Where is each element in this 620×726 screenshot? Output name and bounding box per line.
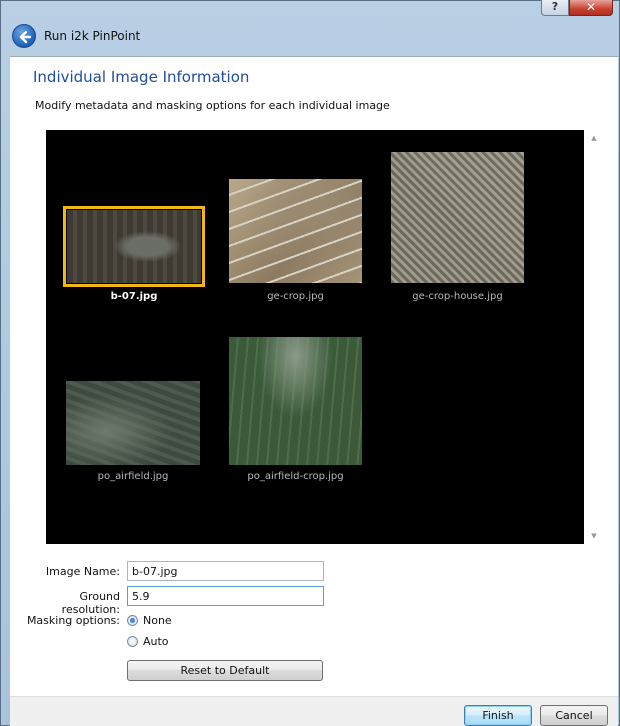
page-subtitle: Modify metadata and masking options for … bbox=[35, 99, 390, 112]
thumbnail-image bbox=[229, 179, 362, 283]
thumbnail-po-airfield[interactable]: po_airfield.jpg bbox=[66, 381, 200, 485]
page-heading: Individual Image Information bbox=[33, 68, 250, 86]
content-panel: Individual Image Information Modify meta… bbox=[10, 56, 618, 696]
masking-none-label[interactable]: None bbox=[143, 614, 172, 627]
gallery-scrollbar[interactable]: ▲ ▼ bbox=[587, 130, 601, 544]
scroll-up-arrow-icon[interactable]: ▲ bbox=[590, 134, 598, 142]
wizard-window: ? ✕ Run i2k PinPoint Individual Image In… bbox=[0, 0, 620, 726]
caption-buttons: ? ✕ bbox=[541, 0, 613, 16]
image-name-label: Image Name: bbox=[45, 565, 120, 578]
image-gallery: b-07.jpg ge-crop.jpg ge-crop-house.jpg p… bbox=[46, 130, 584, 544]
thumbnail-caption: b-07.jpg bbox=[110, 291, 158, 302]
close-button[interactable]: ✕ bbox=[569, 0, 613, 16]
masking-none-radio[interactable] bbox=[127, 615, 138, 626]
thumbnail-ge-crop-house[interactable]: ge-crop-house.jpg bbox=[391, 152, 524, 305]
image-name-field[interactable] bbox=[127, 561, 324, 581]
thumbnail-caption: po_airfield-crop.jpg bbox=[247, 471, 344, 482]
thumbnail-caption: ge-crop-house.jpg bbox=[412, 291, 503, 302]
title-bar: ? ✕ Run i2k PinPoint bbox=[1, 0, 619, 57]
wizard-footer: Finish Cancel bbox=[10, 696, 618, 726]
back-arrow-icon bbox=[19, 30, 32, 44]
selection-frame bbox=[63, 206, 205, 287]
thumbnail-po-airfield-crop[interactable]: po_airfield-crop.jpg bbox=[229, 337, 362, 485]
scroll-down-arrow-icon[interactable]: ▼ bbox=[590, 532, 598, 540]
thumbnail-caption: ge-crop.jpg bbox=[267, 291, 324, 302]
window-title: Run i2k PinPoint bbox=[44, 29, 141, 43]
masking-auto-label[interactable]: Auto bbox=[143, 635, 169, 648]
reset-to-default-button[interactable]: Reset to Default bbox=[127, 660, 323, 681]
masking-options-label: Masking options: bbox=[26, 614, 120, 627]
cancel-button[interactable]: Cancel bbox=[540, 705, 608, 726]
masking-auto-radio[interactable] bbox=[127, 636, 138, 647]
thumbnail-image bbox=[391, 152, 524, 283]
thumbnail-ge-crop[interactable]: ge-crop.jpg bbox=[229, 179, 362, 305]
ground-resolution-field[interactable] bbox=[127, 586, 324, 606]
back-button[interactable] bbox=[12, 24, 36, 48]
thumbnail-caption: po_airfield.jpg bbox=[97, 471, 169, 482]
help-button[interactable]: ? bbox=[541, 0, 569, 16]
thumbnail-b-07[interactable]: b-07.jpg bbox=[63, 206, 205, 304]
finish-button[interactable]: Finish bbox=[464, 705, 532, 726]
ground-resolution-label: Ground resolution: bbox=[61, 590, 120, 616]
thumbnail-image bbox=[66, 381, 200, 465]
thumbnail-image bbox=[229, 337, 362, 465]
